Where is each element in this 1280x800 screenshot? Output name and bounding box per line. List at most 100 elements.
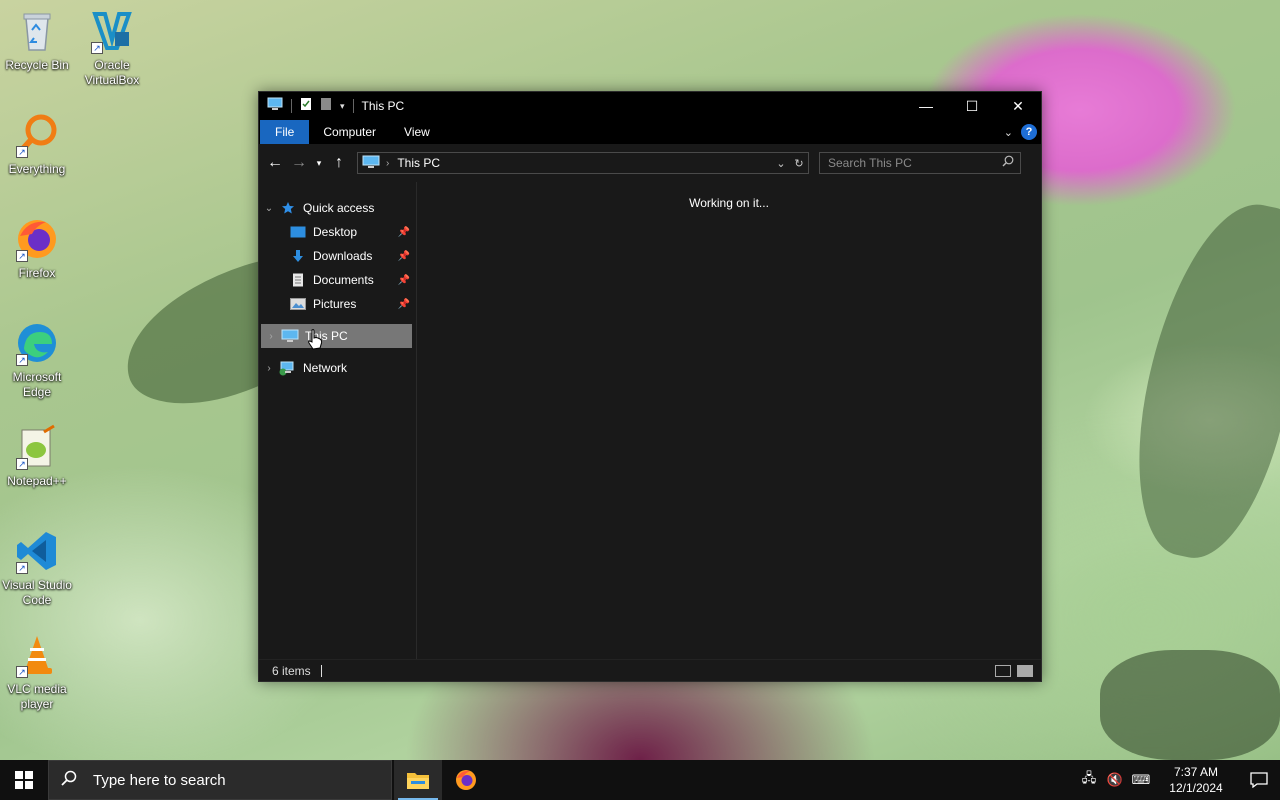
desktop-icon-label: Firefox: [18, 266, 56, 280]
desktop-icon-label: Everything: [8, 162, 66, 176]
hand-cursor-icon: [307, 329, 323, 351]
pin-icon[interactable]: 📌: [398, 275, 410, 286]
help-icon[interactable]: ?: [1021, 124, 1037, 140]
wallpaper-leaf: [1114, 189, 1280, 571]
recycle-bin-icon: [14, 8, 60, 54]
nav-item-downloads[interactable]: Downloads 📌: [259, 244, 416, 268]
forward-button[interactable]: →: [287, 151, 311, 175]
search-box[interactable]: [819, 152, 1021, 174]
chevron-right-icon[interactable]: ›: [259, 363, 279, 374]
recent-locations-button[interactable]: ▾: [311, 151, 327, 175]
address-dropdown-icon[interactable]: ⌄: [772, 157, 790, 170]
new-folder-icon[interactable]: [320, 97, 332, 116]
nav-item-desktop[interactable]: Desktop 📌: [259, 220, 416, 244]
pictures-icon: [289, 296, 307, 312]
everything-search-icon: ↗: [14, 112, 60, 158]
desktop-icon-vscode[interactable]: ↗ Visual Studio Code: [0, 528, 74, 608]
details-view-icon[interactable]: [995, 664, 1011, 677]
desktop-icon-label: Notepad++: [7, 474, 67, 488]
nav-label: Documents: [313, 273, 374, 287]
title-bar[interactable]: ▾ This PC — ☐ ✕: [259, 92, 1041, 120]
desktop-icon-edge[interactable]: ↗ Microsoft Edge: [0, 320, 74, 400]
virtualbox-icon: ↗: [89, 8, 135, 54]
address-bar[interactable]: › This PC ⌄ ↻: [357, 152, 809, 174]
desktop-icon-recycle-bin[interactable]: Recycle Bin: [0, 8, 74, 73]
this-pc-icon: [267, 97, 283, 116]
nav-label: Desktop: [313, 225, 358, 239]
notepadpp-icon: ↗: [14, 424, 60, 470]
quick-access-toolbar: ▾: [259, 97, 354, 116]
keyboard-icon[interactable]: ⌨: [1128, 772, 1154, 788]
shortcut-arrow-icon: ↗: [16, 354, 28, 366]
desktop-icon-label: VLC media player: [7, 682, 67, 711]
back-button[interactable]: ←: [263, 151, 287, 175]
expand-ribbon-icon[interactable]: ⌄: [1004, 126, 1013, 139]
network-icon: [279, 360, 297, 376]
nav-item-documents[interactable]: Documents 📌: [259, 268, 416, 292]
clock[interactable]: 7:37 AM 12/1/2024: [1158, 764, 1234, 796]
up-button[interactable]: ↑: [327, 151, 351, 175]
nav-label: Network: [303, 361, 348, 375]
taskbar-firefox[interactable]: [442, 760, 490, 800]
minimize-button[interactable]: —: [903, 92, 949, 120]
pin-icon[interactable]: 📌: [398, 251, 410, 262]
divider: [291, 99, 292, 113]
tab-file[interactable]: File: [260, 120, 310, 144]
chevron-right-icon: ›: [386, 157, 390, 169]
file-explorer-window[interactable]: ▾ This PC — ☐ ✕ File Computer View ⌄ ? ←…: [258, 91, 1042, 682]
desktop-icon-label: Recycle Bin: [5, 58, 69, 72]
navigation-bar: ← → ▾ ↑ › This PC ⌄ ↻: [259, 144, 1041, 182]
divider: [352, 99, 354, 113]
nav-item-pictures[interactable]: Pictures 📌: [259, 292, 416, 316]
shortcut-arrow-icon: ↗: [16, 666, 28, 678]
customize-toolbar-icon[interactable]: ▾: [340, 101, 345, 112]
desktop-icon-vlc[interactable]: ↗ VLC media player: [0, 632, 74, 712]
chevron-right-icon[interactable]: ›: [261, 331, 281, 342]
desktop-icon-firefox[interactable]: ↗ Firefox: [0, 216, 74, 281]
close-button[interactable]: ✕: [995, 92, 1041, 120]
this-pc-icon: [281, 328, 299, 344]
shortcut-arrow-icon: ↗: [16, 250, 28, 262]
file-list-area[interactable]: Working on it...: [417, 182, 1041, 659]
search-icon: [61, 770, 77, 791]
desktop-icon-virtualbox[interactable]: ↗ Oracle VirtualBox: [75, 8, 149, 88]
system-tray: 🖧 🔇 ⌨ 7:37 AM 12/1/2024: [1076, 760, 1280, 800]
tab-view[interactable]: View: [390, 120, 444, 144]
refresh-icon[interactable]: ↻: [790, 157, 808, 170]
firefox-icon: ↗: [14, 216, 60, 262]
shortcut-arrow-icon: ↗: [91, 42, 103, 54]
vscode-icon: ↗: [14, 528, 60, 574]
taskbar-file-explorer[interactable]: [394, 760, 442, 800]
nav-this-pc[interactable]: › This PC: [261, 324, 412, 348]
clock-time: 7:37 AM: [1173, 765, 1219, 779]
wallpaper-leaf: [1100, 650, 1280, 760]
large-icons-view-icon[interactable]: [1017, 664, 1033, 677]
desktop-icon-everything[interactable]: ↗ Everything: [0, 112, 74, 177]
network-status-icon[interactable]: 🖧: [1076, 769, 1102, 791]
edge-icon: ↗: [14, 320, 60, 366]
shortcut-arrow-icon: ↗: [16, 458, 28, 470]
pin-icon[interactable]: 📌: [398, 227, 410, 238]
vlc-icon: ↗: [14, 632, 60, 678]
this-pc-icon: [362, 155, 380, 172]
pin-icon[interactable]: 📌: [398, 299, 410, 310]
maximize-button[interactable]: ☐: [949, 92, 995, 120]
shortcut-arrow-icon: ↗: [16, 562, 28, 574]
properties-icon[interactable]: [300, 97, 312, 116]
firefox-icon: [456, 770, 476, 790]
volume-muted-icon[interactable]: 🔇: [1102, 772, 1128, 788]
start-button[interactable]: [0, 760, 48, 800]
desktop-folder-icon: [289, 224, 307, 240]
nav-network[interactable]: › Network: [259, 356, 416, 380]
search-input[interactable]: [828, 156, 1002, 170]
item-count: 6 items: [272, 663, 311, 678]
nav-label: Quick access: [303, 201, 375, 215]
taskbar-search-box[interactable]: Type here to search: [48, 760, 392, 800]
chevron-down-icon[interactable]: ⌄: [259, 203, 279, 214]
address-location[interactable]: This PC: [397, 156, 440, 170]
action-center-button[interactable]: [1238, 772, 1280, 788]
nav-quick-access[interactable]: ⌄ Quick access: [259, 196, 416, 220]
windows-logo-icon: [15, 771, 33, 789]
desktop-icon-notepadpp[interactable]: ↗ Notepad++: [0, 424, 74, 489]
tab-computer[interactable]: Computer: [309, 120, 390, 144]
